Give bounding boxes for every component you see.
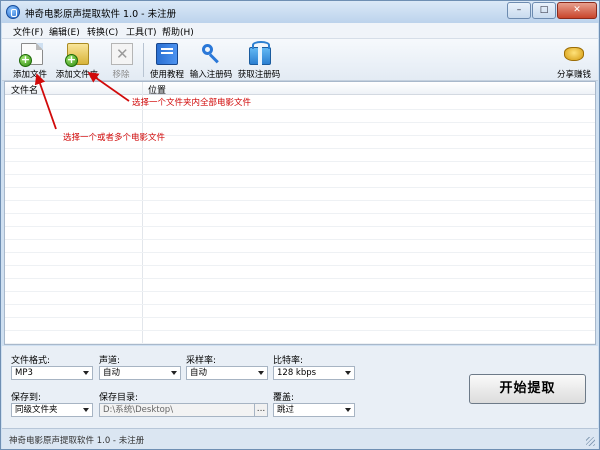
chevron-down-icon [345, 408, 351, 412]
add-folder-button[interactable]: + 添加文件夹 [52, 41, 102, 80]
samplerate-value: 自动 [190, 368, 208, 378]
add-folder-label: 添加文件夹 [55, 70, 99, 80]
toolbar-separator [143, 43, 144, 77]
gold-ingot-icon [564, 47, 584, 61]
key-icon [200, 43, 222, 65]
bitrate-select[interactable]: 128 kbps [273, 366, 355, 380]
list-grid-line [5, 187, 595, 188]
format-label: 文件格式: [11, 356, 51, 366]
overwrite-value: 跳过 [277, 405, 295, 415]
toolbar: + 添加文件 + 添加文件夹 移除 使用教程 输入注册码 获取注册码 分享赚钱 [2, 39, 598, 81]
menu-convert[interactable]: 转换(C) [87, 25, 118, 38]
app-logo-icon [6, 5, 20, 19]
get-code-button[interactable]: 获取注册码 [236, 41, 282, 80]
list-grid-line [5, 278, 595, 279]
window-title: 神奇电影原声提取软件 1.0 - 未注册 [25, 9, 177, 20]
format-select[interactable]: MP3 [11, 366, 93, 380]
format-value: MP3 [15, 368, 33, 378]
add-folder-icon: + [65, 43, 89, 67]
saveto-label: 保存到: [11, 393, 42, 403]
share-earn-button[interactable]: 分享赚钱 [554, 41, 594, 80]
file-note: 选择一个或者多个电影文件 [63, 133, 166, 143]
resize-grip-icon[interactable] [586, 437, 595, 446]
tutorial-label: 使用教程 [149, 70, 184, 80]
list-grid-line [5, 148, 595, 149]
add-file-label: 添加文件 [12, 70, 47, 80]
list-grid-line [5, 213, 595, 214]
minimize-button[interactable]: – [507, 2, 531, 19]
tutorial-button[interactable]: 使用教程 [148, 41, 186, 80]
remove-button[interactable]: 移除 [106, 41, 136, 80]
chevron-down-icon [345, 371, 351, 375]
browse-button[interactable]: ... [254, 403, 268, 417]
title-bar: 神奇电影原声提取软件 1.0 - 未注册 – □ ✕ [1, 1, 599, 23]
get-code-label: 获取注册码 [237, 70, 281, 80]
list-grid-line [5, 330, 595, 331]
saveto-value: 同级文件夹 [15, 405, 58, 415]
list-grid-line [5, 304, 595, 305]
list-grid-line [5, 291, 595, 292]
saveto-select[interactable]: 同级文件夹 [11, 403, 93, 417]
enter-code-label: 输入注册码 [189, 70, 233, 80]
list-grid-line [5, 174, 595, 175]
folder-note: 选择一个文件夹内全部电影文件 [132, 98, 252, 108]
column-filename[interactable]: 文件名 [11, 83, 38, 96]
list-grid-line [5, 122, 595, 123]
column-location[interactable]: 位置 [148, 83, 166, 96]
chevron-down-icon [171, 371, 177, 375]
maximize-button[interactable]: □ [532, 2, 556, 19]
list-header: 文件名 位置 [5, 82, 595, 96]
status-bar: 神奇电影原声提取软件 1.0 - 未注册 [2, 428, 598, 449]
samplerate-label: 采样率: [186, 356, 217, 366]
add-file-icon: + [19, 43, 43, 67]
list-grid-line [5, 343, 595, 344]
remove-icon [111, 43, 133, 65]
close-button[interactable]: ✕ [557, 2, 597, 19]
overwrite-label: 覆盖: [273, 393, 295, 403]
bitrate-label: 比特率: [273, 356, 304, 366]
chevron-down-icon [258, 371, 264, 375]
list-grid-line [5, 239, 595, 240]
gift-icon [249, 41, 271, 65]
menu-file[interactable]: 文件(F) [13, 25, 43, 38]
menu-tools[interactable]: 工具(T) [126, 25, 157, 38]
list-grid-line [5, 226, 595, 227]
file-list[interactable]: 文件名 位置 [4, 81, 596, 345]
app-window: 神奇电影原声提取软件 1.0 - 未注册 – □ ✕ 文件(F) 编辑(E) 转… [0, 0, 600, 450]
status-text: 神奇电影原声提取软件 1.0 - 未注册 [9, 436, 145, 446]
start-extract-button[interactable]: 开始提取 [469, 374, 586, 404]
enter-code-button[interactable]: 输入注册码 [188, 41, 234, 80]
menu-help[interactable]: 帮助(H) [162, 25, 194, 38]
list-grid-line [5, 317, 595, 318]
list-grid-line [5, 109, 595, 110]
list-grid-line [5, 200, 595, 201]
samplerate-select[interactable]: 自动 [186, 366, 268, 380]
channel-value: 自动 [103, 368, 121, 378]
book-icon [156, 43, 178, 65]
remove-label: 移除 [112, 70, 130, 80]
dir-label: 保存目录: [99, 393, 139, 403]
bitrate-value: 128 kbps [277, 368, 317, 378]
chevron-down-icon [83, 408, 89, 412]
chevron-down-icon [83, 371, 89, 375]
overwrite-select[interactable]: 跳过 [273, 403, 355, 417]
menu-edit[interactable]: 编辑(E) [49, 25, 80, 38]
add-file-button[interactable]: + 添加文件 [10, 41, 50, 80]
share-earn-label: 分享赚钱 [556, 70, 591, 80]
channel-label: 声道: [99, 356, 121, 366]
save-dir-input[interactable]: D:\系统\Desktop\ [99, 403, 255, 417]
channel-select[interactable]: 自动 [99, 366, 181, 380]
list-grid-line [5, 161, 595, 162]
list-grid-line [5, 265, 595, 266]
list-grid-line [5, 252, 595, 253]
menu-bar: 文件(F) 编辑(E) 转换(C) 工具(T) 帮助(H) [2, 23, 598, 39]
